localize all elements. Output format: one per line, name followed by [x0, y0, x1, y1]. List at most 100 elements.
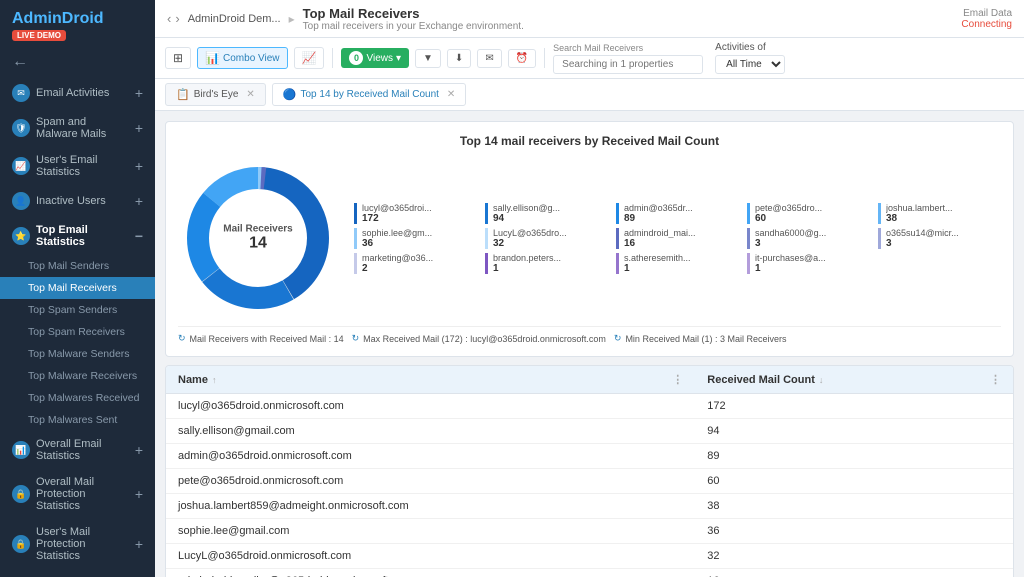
cell-name: sophie.lee@gmail.com [166, 519, 695, 544]
search-input[interactable] [553, 55, 703, 74]
legend-item: pete@o365dro...60 [747, 203, 870, 224]
schedule-button[interactable]: ⏰ [508, 49, 536, 68]
sidebar-item-email-activities[interactable]: ✉ Email Activities + [0, 77, 155, 109]
legend-value: 1 [755, 263, 870, 274]
chart-title: Top 14 mail receivers by Received Mail C… [178, 134, 1001, 148]
stat-icon: ↻ [178, 333, 186, 344]
sidebar-item-top-email-stats[interactable]: ⭐ Top Email Statistics − [0, 217, 155, 255]
sidebar-item-top-malwares-sent[interactable]: Top Malwares Sent [0, 409, 155, 431]
legend-name: pete@o365dro... [755, 203, 845, 213]
chart-button[interactable]: 📈 [294, 47, 325, 69]
legend-value: 32 [493, 238, 608, 249]
sidebar-back-button[interactable]: ← [0, 47, 155, 77]
legend-value: 60 [755, 213, 870, 224]
expand-icon: + [135, 85, 143, 101]
sidebar-item-user-mail-prot[interactable]: 🔒 User's Mail Protection Statistics + [0, 519, 155, 569]
breadcrumb[interactable]: AdminDroid Dem... [188, 13, 281, 25]
filter-icon: ▼ [423, 53, 433, 64]
sidebar-label-spam: Spam and Malware Mails [36, 116, 129, 140]
expand-user-mail-prot: + [135, 536, 143, 552]
legend-item: s.atheresemith...1 [616, 253, 739, 274]
expand-icon-spam: + [135, 120, 143, 136]
col-received: Received Mail Count ↓ ⋮ [695, 366, 1013, 394]
export-icon-button[interactable]: ⊞ [165, 47, 191, 69]
mail-button[interactable]: ✉ [477, 49, 501, 68]
cell-name: admin@o365droid.onmicrosoft.com [166, 444, 695, 469]
donut-center-title: Mail Receivers [223, 224, 293, 235]
sidebar-item-top-spam-receivers[interactable]: Top Spam Receivers [0, 321, 155, 343]
views-button[interactable]: 0 Views ▾ [341, 48, 409, 68]
topbar-right: Email Data Connecting [961, 8, 1012, 30]
spam-icon: 🛡 [12, 119, 30, 137]
sidebar-label-top-email: Top Email Statistics [36, 224, 129, 248]
cell-name: pete@o365droid.onmicrosoft.com [166, 469, 695, 494]
sidebar-item-transport[interactable]: 📋 Transport Rule based Statistics + [0, 569, 155, 577]
user-stats-icon: 📈 [12, 157, 30, 175]
filter-button[interactable]: ▼ [415, 49, 441, 68]
breadcrumb-sep: ▸ [289, 12, 295, 26]
sidebar-label-overall-email: Overall Email Statistics [36, 438, 129, 462]
activities-select[interactable]: All Time [715, 55, 785, 74]
legend-value: 16 [624, 238, 739, 249]
sidebar-item-top-malwares-received[interactable]: Top Malwares Received [0, 387, 155, 409]
mail-prot-icon: 🔒 [12, 485, 30, 503]
combo-icon: 📊 [205, 51, 220, 65]
sidebar: AdminDroid LIVE DEMO ← ✉ Email Activitie… [0, 0, 155, 577]
sidebar-item-user-stats[interactable]: 📈 User's Email Statistics + [0, 147, 155, 185]
activities-label: Activities of [715, 42, 785, 53]
legend-item: admindroid_mai...16 [616, 228, 739, 249]
legend-item: LucyL@o365dro...32 [485, 228, 608, 249]
col-received-menu[interactable]: ⋮ [990, 373, 1001, 386]
sidebar-item-top-spam-senders[interactable]: Top Spam Senders [0, 299, 155, 321]
table-row: lucyl@o365droid.onmicrosoft.com172 [166, 394, 1013, 419]
legend-value: 3 [755, 238, 870, 249]
views-chevron: ▾ [396, 53, 401, 64]
cell-count: 36 [695, 519, 1013, 544]
col-name-sort[interactable]: ↑ [212, 375, 217, 385]
legend-name: s.atheresemith... [624, 253, 714, 263]
sidebar-item-mail-protection[interactable]: 🔒 Overall Mail Protection Statistics + [0, 469, 155, 519]
stat-label: Max Received Mail (172) : lucyl@o365droi… [363, 334, 606, 344]
tab-top14[interactable]: 🔵 Top 14 by Received Mail Count ✕ [272, 83, 467, 106]
clock-icon: ⏰ [516, 53, 528, 64]
topbar: ‹ › AdminDroid Dem... ▸ Top Mail Receive… [155, 0, 1024, 38]
activities-area: Activities of All Time [715, 42, 785, 74]
legend-item: o365su14@micr...3 [878, 228, 1001, 249]
sidebar-item-overall-email[interactable]: 📊 Overall Email Statistics + [0, 431, 155, 469]
col-name-menu[interactable]: ⋮ [672, 373, 683, 386]
legend-item: it-purchases@a...1 [747, 253, 870, 274]
top-email-icon: ⭐ [12, 227, 30, 245]
table-section: Name ↑ ⋮ Received Mail Count ↓ ⋮ [165, 365, 1014, 577]
combo-view-button[interactable]: 📊 Combo View [197, 47, 287, 69]
stat-icon: ↻ [614, 333, 622, 344]
chart-area: Mail Receivers 14 lucyl@o365droi...172sa… [178, 158, 1001, 318]
nav-forward[interactable]: › [175, 11, 179, 26]
legend-name: it-purchases@a... [755, 253, 845, 263]
tab-top14-close[interactable]: ✕ [447, 89, 455, 100]
top14-icon: 🔵 [283, 88, 297, 101]
table-icon: ⊞ [173, 51, 183, 65]
col-name: Name ↑ ⋮ [166, 366, 695, 394]
tab-birds-eye[interactable]: 📋 Bird's Eye ✕ [165, 83, 266, 106]
nav-back[interactable]: ‹ [167, 11, 171, 26]
legend-value: 38 [886, 213, 1001, 224]
tab-birds-eye-close[interactable]: ✕ [246, 89, 254, 100]
legend-name: marketing@o36... [362, 253, 452, 263]
legend-item: brandon.peters...1 [485, 253, 608, 274]
sidebar-item-top-malware-receivers[interactable]: Top Malware Receivers [0, 365, 155, 387]
sidebar-item-top-mail-receivers[interactable]: Top Mail Receivers [0, 277, 155, 299]
download-button[interactable]: ⬇ [447, 49, 471, 68]
main-content: ‹ › AdminDroid Dem... ▸ Top Mail Receive… [155, 0, 1024, 577]
sidebar-item-top-mail-senders[interactable]: Top Mail Senders [0, 255, 155, 277]
toolbar-sep-1 [332, 48, 333, 68]
legend-name: admindroid_mai... [624, 228, 714, 238]
legend-item: sally.ellison@g...94 [485, 203, 608, 224]
col-received-sort[interactable]: ↓ [819, 375, 824, 385]
stat-item: ↻Min Received Mail (1) : 3 Mail Receiver… [614, 333, 787, 344]
sidebar-item-inactive-users[interactable]: 👤 Inactive Users + [0, 185, 155, 217]
table-header-row: Name ↑ ⋮ Received Mail Count ↓ ⋮ [166, 366, 1013, 394]
sidebar-item-top-malware-senders[interactable]: Top Malware Senders [0, 343, 155, 365]
table-row: sally.ellison@gmail.com94 [166, 419, 1013, 444]
connect-status: Connecting [961, 19, 1012, 30]
sidebar-item-spam[interactable]: 🛡 Spam and Malware Mails + [0, 109, 155, 147]
